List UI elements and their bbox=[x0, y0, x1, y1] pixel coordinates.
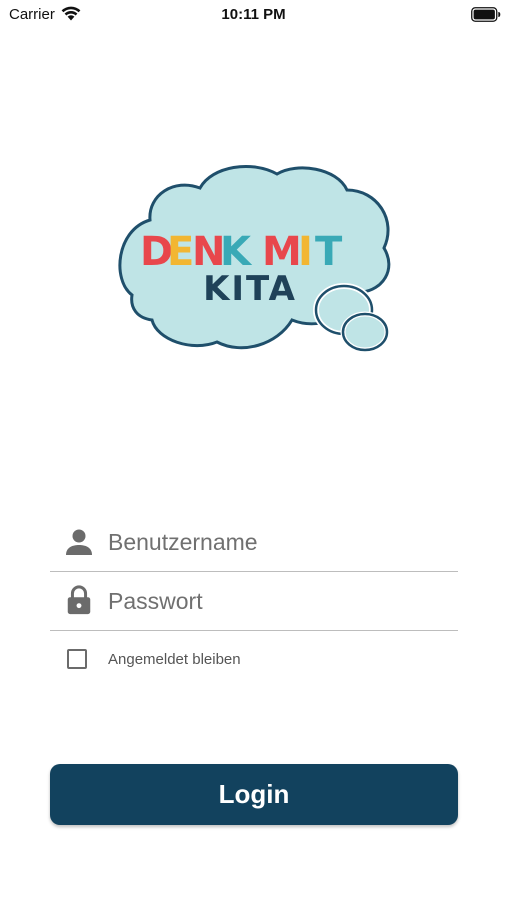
clock: 10:11 PM bbox=[221, 6, 286, 23]
username-input[interactable] bbox=[108, 525, 448, 559]
password-field[interactable] bbox=[50, 572, 458, 631]
person-icon bbox=[66, 529, 92, 555]
password-input[interactable] bbox=[108, 584, 448, 618]
lock-icon bbox=[67, 585, 91, 615]
logo-letter-e: E bbox=[167, 229, 194, 275]
status-bar: Carrier 10:11 PM bbox=[0, 0, 507, 30]
remember-me-row[interactable]: Angemeldet bleiben bbox=[67, 647, 241, 671]
logo-letter-i: I bbox=[298, 229, 313, 275]
battery-icon bbox=[471, 7, 501, 22]
login-button[interactable]: Login bbox=[50, 764, 458, 825]
logo-letter-t: T bbox=[315, 229, 343, 275]
remember-me-label: Angemeldet bleiben bbox=[108, 650, 241, 668]
username-field[interactable] bbox=[50, 513, 458, 572]
app-logo: D E N K M I T KITA bbox=[118, 165, 391, 353]
logo-kita: KITA bbox=[203, 269, 297, 309]
remember-me-checkbox[interactable] bbox=[67, 649, 87, 669]
